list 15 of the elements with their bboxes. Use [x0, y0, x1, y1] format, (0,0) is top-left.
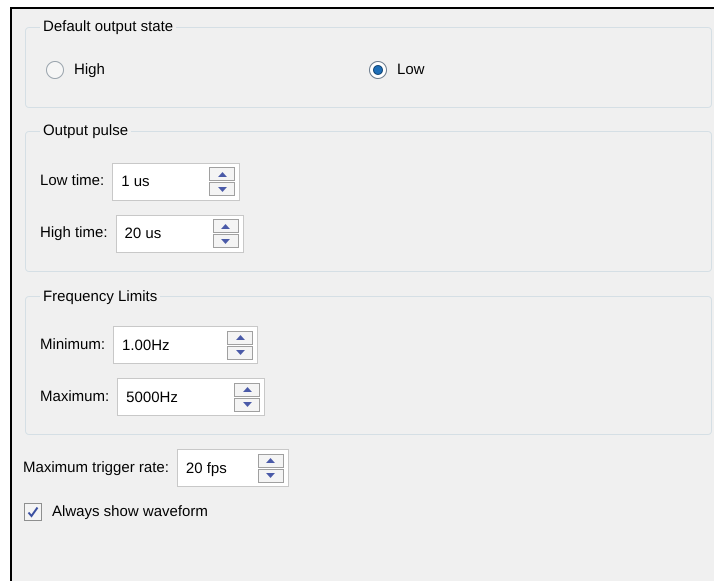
field-label: High time:: [40, 223, 108, 244]
field-label: Maximum trigger rate:: [23, 458, 169, 478]
group-title: Frequency Limits: [42, 286, 158, 306]
radio-icon[interactable]: [369, 60, 387, 79]
field-label: Maximum:: [40, 386, 110, 407]
check-icon: [27, 506, 39, 518]
group-title: Output pulse: [42, 121, 130, 141]
radio-option[interactable]: Low: [369, 58, 425, 81]
field-label: Minimum:: [40, 334, 106, 355]
checkbox[interactable]: [24, 503, 42, 522]
field-label: Low time:: [40, 171, 104, 192]
radio-icon[interactable]: [46, 60, 64, 79]
group-title: Default output state: [42, 17, 174, 37]
checkbox-option[interactable]: Always show waveform: [24, 501, 712, 524]
radio-option[interactable]: High: [40, 58, 369, 81]
